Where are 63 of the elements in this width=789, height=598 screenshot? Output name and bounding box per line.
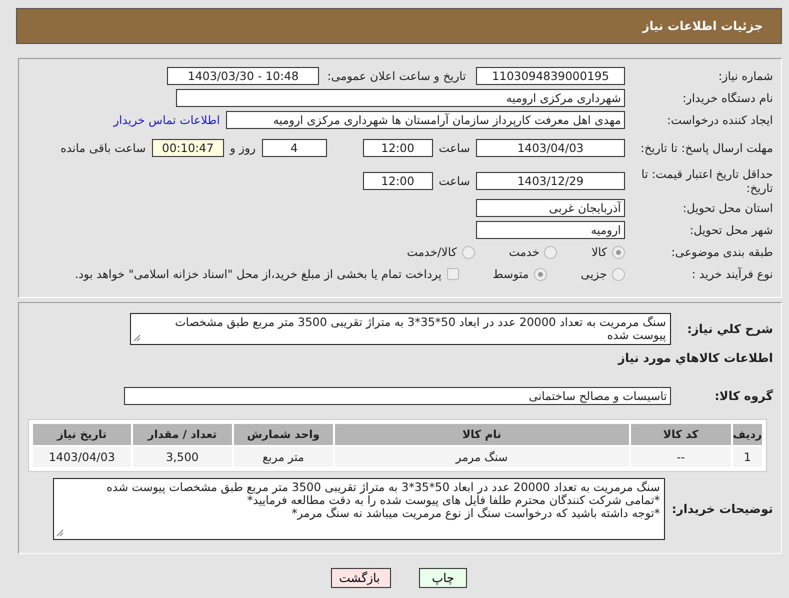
- checkbox[interactable]: [446, 268, 459, 280]
- option-label: خدمت: [508, 245, 540, 259]
- back-button[interactable]: بازگشت: [331, 568, 391, 588]
- radio-button[interactable]: [462, 246, 475, 258]
- table-cell: 1403/04/03: [33, 447, 131, 467]
- radio-button[interactable]: [534, 268, 547, 280]
- table-cell: متر مربع: [234, 447, 333, 467]
- text-field[interactable]: 1403/04/03: [476, 138, 625, 156]
- field-label: مهلت ارسال پاسخ: تا تاریخ:: [639, 140, 774, 154]
- radio-button[interactable]: [544, 246, 558, 258]
- column-header: نام کالا: [334, 424, 629, 445]
- text-field[interactable]: آذربایجان غربی: [476, 199, 625, 217]
- field-label: ساعت: [438, 140, 470, 154]
- field-label: تاریخ و ساعت اعلان عمومی:: [327, 69, 466, 83]
- option-label: متوسط: [492, 267, 529, 281]
- notes-box[interactable]: [53, 478, 665, 540]
- text-field[interactable]: 4: [262, 138, 327, 156]
- print-button[interactable]: چاپ: [419, 568, 467, 588]
- text-field[interactable]: ارومیه: [476, 221, 625, 239]
- option-label: پرداخت تمام یا بخشی از مبلغ خرید،از محل "اسناد خزانه اسلامی" خواهد بود.: [74, 267, 442, 281]
- column-header: کد کالا: [630, 424, 731, 445]
- resize-grip-icon[interactable]: [56, 529, 64, 537]
- field-label: ساعت: [438, 174, 470, 188]
- table-cell: 1: [732, 447, 762, 467]
- field-label: توضیحات خریدار:: [670, 502, 774, 516]
- field-label: استان محل تحویل:: [682, 201, 774, 215]
- contact-link[interactable]: اطلاعات تماس خریدار: [113, 113, 220, 127]
- text-field[interactable]: تاسیسات و مصالح ساختمانی: [124, 387, 671, 405]
- table-cell: سنگ مرمر: [334, 447, 629, 467]
- column-header: تاریخ نیاز: [33, 424, 131, 445]
- text-field[interactable]: 12:00: [362, 172, 433, 190]
- table-cell: --: [630, 447, 731, 467]
- section-heading: اطلاعات كالاهاي مورد نياز: [616, 351, 774, 365]
- text-field[interactable]: 1103094839000195: [476, 67, 625, 85]
- field-label: گروه كالا:: [714, 389, 774, 403]
- field-label: نام دستگاه خریدار:: [681, 91, 774, 105]
- field-label: ساعت باقی مانده: [60, 140, 146, 154]
- text-field[interactable]: مهدی اهل معرفت کارپرداز سازمان آرامستان ها شهرداری مرکزی ارومیه: [226, 111, 625, 129]
- text-field[interactable]: 12:00: [362, 138, 433, 156]
- notes-text: سنگ مرمریت به تعداد 20000 عدد در ابعاد 50*35*3 به متراژ تقریبی 3500 متر مربع طبق مشخصات پیوست شده *تمامی شرکت کنندگان محترم طلفا فایل های پیوست شده را به دقت مطالعه فرمایید* *توجه داشته باشید که درخواست سنگ از نوع مرمریت میباشد نه سنگ مرمر*: [105, 479, 661, 522]
- column-header: ردیف: [732, 424, 762, 445]
- radio-button[interactable]: [612, 268, 625, 280]
- text-field[interactable]: شهرداری مرکزی ارومیه: [176, 89, 625, 107]
- text-field[interactable]: 1403/03/30 - 10:48: [167, 67, 320, 85]
- page-title: جزئیات اطلاعات نیاز: [642, 19, 763, 33]
- column-header: تعداد / مقدار: [132, 424, 232, 445]
- column-header: واحد شمارش: [234, 424, 333, 445]
- option-label: كالا: [591, 245, 607, 259]
- resize-grip-icon[interactable]: [133, 334, 141, 342]
- field-label: حداقل تاریخ اعتبار قیمت: تا تاریخ:: [640, 166, 774, 194]
- text-field[interactable]: 00:10:47: [152, 138, 224, 156]
- text-field[interactable]: 1403/12/29: [476, 172, 625, 190]
- field-label: روز و: [230, 140, 256, 154]
- option-label: كالا/خدمت: [406, 245, 457, 259]
- field-label: شماره نیاز:: [717, 69, 774, 83]
- field-label: شهر محل تحویل:: [688, 223, 774, 237]
- field-label: طبقه بندی موضوعی:: [670, 245, 774, 259]
- radio-button[interactable]: [612, 246, 625, 258]
- field-label: شرح كلي نياز:: [686, 322, 774, 336]
- field-label: نوع فرآیند خرید :: [690, 267, 774, 281]
- field-label: ایجاد کننده درخواست:: [666, 113, 774, 127]
- option-label: جزیی: [580, 267, 607, 281]
- table-cell: 3,500: [132, 447, 232, 467]
